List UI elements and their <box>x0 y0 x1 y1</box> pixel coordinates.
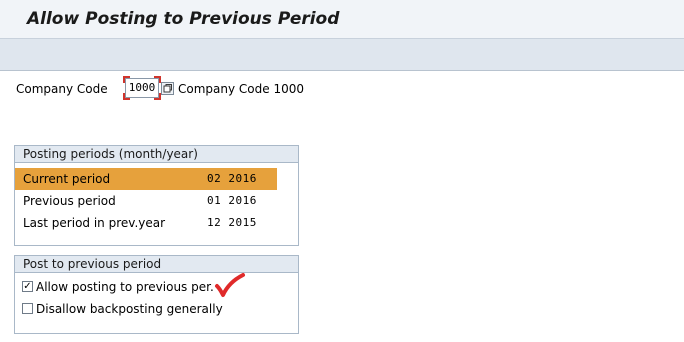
period-row-previous[interactable]: Previous period 01 2016 <box>15 190 277 212</box>
post-previous-group: Post to previous period ✓ Allow posting … <box>14 255 299 334</box>
period-row-last-prev-year[interactable]: Last period in prev.year 12 2015 <box>15 212 277 234</box>
post-previous-title: Post to previous period <box>15 256 298 273</box>
company-code-label: Company Code <box>16 82 108 96</box>
allow-posting-checkbox[interactable]: ✓ <box>22 281 33 292</box>
disallow-backposting-checkbox[interactable] <box>22 303 33 314</box>
company-code-value: 1000 <box>128 81 156 94</box>
value-help-icon[interactable] <box>161 82 174 95</box>
company-code-description: Company Code 1000 <box>178 82 304 96</box>
period-label: Previous period <box>23 194 116 208</box>
period-value: 12 2015 <box>207 216 257 229</box>
period-value: 01 2016 <box>207 194 257 207</box>
allow-posting-label: Allow posting to previous per. <box>36 280 214 294</box>
application-toolbar <box>0 39 684 71</box>
period-label: Last period in prev.year <box>23 216 166 230</box>
period-label: Current period <box>23 172 111 186</box>
page-title: Allow Posting to Previous Period <box>27 9 340 29</box>
period-row-current[interactable]: Current period 02 2016 <box>15 168 277 190</box>
posting-periods-title: Posting periods (month/year) <box>15 146 298 163</box>
title-bar: Allow Posting to Previous Period <box>0 0 684 39</box>
red-checkmark-icon <box>215 273 245 297</box>
disallow-backposting-label: Disallow backposting generally <box>36 302 223 316</box>
company-code-input[interactable]: 1000 <box>123 76 161 100</box>
period-value: 02 2016 <box>207 172 257 185</box>
posting-periods-group: Posting periods (month/year) Current per… <box>14 145 299 246</box>
